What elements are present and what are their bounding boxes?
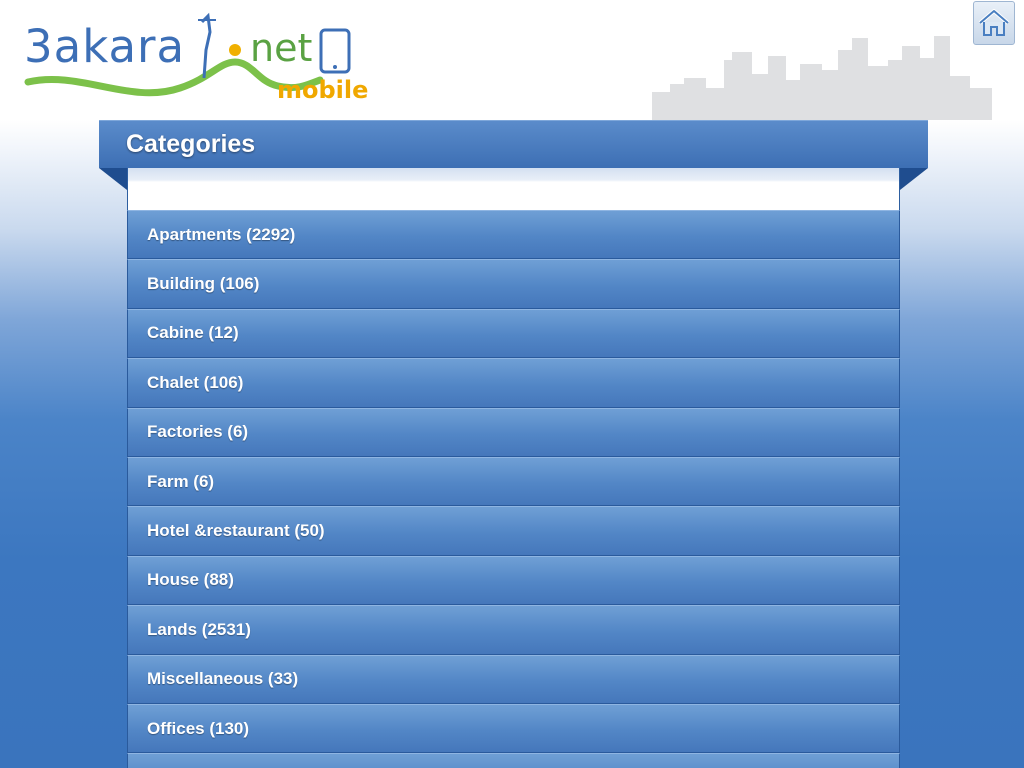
- panel-fold-right: [900, 168, 928, 190]
- category-label: Lands (2531): [147, 619, 251, 639]
- category-item-farm[interactable]: Farm (6): [127, 456, 900, 507]
- category-item-partial[interactable]: [127, 753, 900, 768]
- category-item-offices[interactable]: Offices (130): [127, 703, 900, 754]
- page-title: Categories: [126, 130, 256, 158]
- logo-suffix: net: [250, 26, 313, 70]
- category-label: Farm (6): [147, 471, 215, 491]
- category-label: Building (106): [147, 274, 260, 294]
- category-item-apartments[interactable]: Apartments (2292): [127, 210, 900, 260]
- category-item-hotel-restaurant[interactable]: Hotel &restaurant (50): [127, 506, 900, 556]
- category-item-cabine[interactable]: Cabine (12): [127, 308, 900, 359]
- category-item-house[interactable]: House (88): [127, 555, 900, 606]
- home-icon: [978, 9, 1010, 36]
- category-label: Apartments (2292): [147, 224, 296, 244]
- panel-fold-left: [99, 168, 127, 190]
- category-label: House (88): [147, 570, 234, 590]
- city-skyline-image: [652, 36, 992, 120]
- category-label: Miscellaneous (33): [147, 669, 299, 689]
- category-item-chalet[interactable]: Chalet (106): [127, 358, 900, 408]
- brand-logo[interactable]: 3akara net mobile: [20, 10, 368, 110]
- logo-name: 3akara: [24, 20, 186, 73]
- logo-tagline: mobile: [277, 76, 369, 104]
- categories-panel-header: Categories: [99, 120, 928, 168]
- app-header: 3akara net mobile: [0, 0, 1024, 120]
- category-item-building[interactable]: Building (106): [127, 259, 900, 309]
- category-list: Apartments (2292) Building (106) Cabine …: [127, 210, 900, 768]
- category-label: Cabine (12): [147, 323, 239, 343]
- category-label: Factories (6): [147, 422, 249, 442]
- category-label: Hotel &restaurant (50): [147, 521, 325, 541]
- home-button[interactable]: [973, 1, 1015, 45]
- category-label: Chalet (106): [147, 372, 244, 392]
- categories-panel: Apartments (2292) Building (106) Cabine …: [127, 168, 900, 768]
- category-item-miscellaneous[interactable]: Miscellaneous (33): [127, 654, 900, 704]
- category-item-factories[interactable]: Factories (6): [127, 407, 900, 457]
- category-label: Offices (130): [147, 718, 250, 738]
- list-top-strip: [127, 168, 900, 210]
- category-item-lands[interactable]: Lands (2531): [127, 605, 900, 655]
